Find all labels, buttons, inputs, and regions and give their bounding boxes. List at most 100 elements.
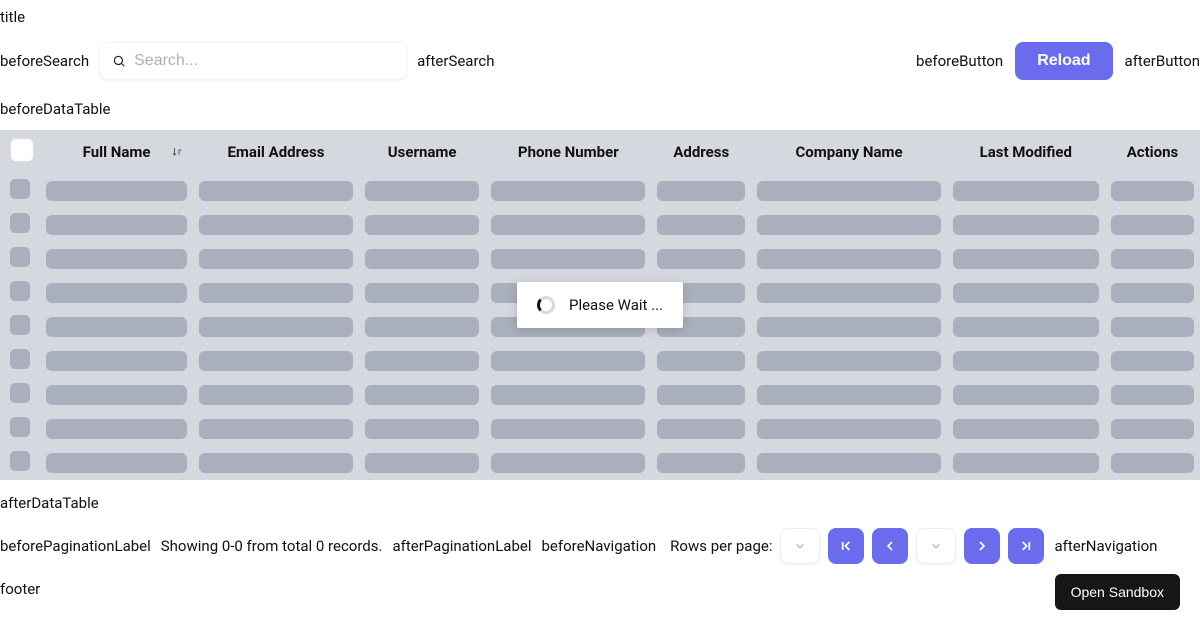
rows-per-page-select[interactable]	[780, 528, 820, 564]
skeleton-cell	[10, 179, 30, 199]
title-slot: title	[0, 8, 25, 26]
slot-before-button: beforeButton	[916, 52, 1003, 70]
header-label: Full Name	[83, 143, 151, 161]
skeleton-cell	[365, 317, 480, 337]
skeleton-cell	[199, 215, 353, 235]
chevron-down-icon	[929, 539, 943, 553]
skeleton-cell	[657, 249, 745, 269]
skeleton-cell	[46, 215, 187, 235]
skeleton-cell	[657, 419, 745, 439]
skeleton-cell	[46, 385, 187, 405]
skeleton-cell	[1111, 317, 1194, 337]
table-row	[0, 446, 1200, 480]
skeleton-cell	[491, 385, 645, 405]
slot-after-navigation: afterNavigation	[1054, 537, 1157, 555]
skeleton-cell	[953, 385, 1099, 405]
table-row	[0, 412, 1200, 446]
sort-icon	[171, 146, 183, 158]
skeleton-cell	[757, 215, 940, 235]
header-email[interactable]: Email Address	[193, 130, 359, 174]
skeleton-cell	[10, 349, 30, 369]
skeleton-cell	[199, 181, 353, 201]
skeleton-cell	[757, 419, 940, 439]
first-page-button[interactable]	[828, 528, 864, 564]
skeleton-cell	[46, 317, 187, 337]
chevron-first-icon	[838, 538, 854, 554]
header-modified[interactable]: Last Modified	[947, 130, 1105, 174]
skeleton-cell	[657, 215, 745, 235]
table-row	[0, 174, 1200, 208]
header-checkbox-cell	[0, 130, 40, 174]
chevron-right-icon	[974, 538, 990, 554]
slot-footer: footer	[0, 580, 40, 598]
skeleton-cell	[46, 351, 187, 371]
select-all-checkbox[interactable]	[10, 138, 34, 162]
skeleton-cell	[10, 281, 30, 301]
skeleton-cell	[10, 383, 30, 403]
skeleton-cell	[365, 181, 480, 201]
reload-button[interactable]: Reload	[1015, 42, 1112, 80]
skeleton-cell	[10, 247, 30, 267]
skeleton-cell	[46, 453, 187, 473]
skeleton-cell	[757, 181, 940, 201]
skeleton-cell	[10, 417, 30, 437]
rows-per-page-label: Rows per page:	[670, 537, 772, 555]
header-actions: Actions	[1105, 130, 1200, 174]
skeleton-cell	[657, 181, 745, 201]
search-icon	[112, 54, 126, 68]
header-phone[interactable]: Phone Number	[485, 130, 651, 174]
slot-after-pagination-label: afterPaginationLabel	[392, 537, 531, 555]
prev-page-button[interactable]	[872, 528, 908, 564]
next-page-button[interactable]	[964, 528, 1000, 564]
skeleton-cell	[46, 249, 187, 269]
skeleton-cell	[46, 283, 187, 303]
skeleton-cell	[1111, 181, 1194, 201]
skeleton-cell	[199, 453, 353, 473]
skeleton-cell	[365, 215, 480, 235]
skeleton-cell	[953, 419, 1099, 439]
chevron-last-icon	[1018, 538, 1034, 554]
data-table: Full Name Email Address Username Phone N…	[0, 130, 1200, 480]
skeleton-cell	[757, 317, 940, 337]
skeleton-cell	[10, 451, 30, 471]
pagination-label: Showing 0-0 from total 0 records.	[161, 537, 383, 555]
slot-after-datatable: afterDataTable	[0, 494, 99, 512]
skeleton-cell	[657, 453, 745, 473]
header-company[interactable]: Company Name	[751, 130, 946, 174]
slot-before-datatable: beforeDataTable	[0, 100, 110, 118]
header-full-name[interactable]: Full Name	[40, 130, 193, 174]
last-page-button[interactable]	[1008, 528, 1044, 564]
skeleton-cell	[365, 249, 480, 269]
table-row	[0, 378, 1200, 412]
skeleton-cell	[953, 249, 1099, 269]
skeleton-cell	[657, 385, 745, 405]
page-select[interactable]	[916, 528, 956, 564]
skeleton-cell	[199, 283, 353, 303]
pagination-bar: beforePaginationLabel Showing 0-0 from t…	[0, 518, 1200, 574]
chevron-down-icon	[793, 539, 807, 553]
skeleton-cell	[953, 317, 1099, 337]
slot-before-pagination-label: beforePaginationLabel	[0, 537, 151, 555]
skeleton-cell	[199, 385, 353, 405]
skeleton-cell	[757, 351, 940, 371]
skeleton-cell	[657, 351, 745, 371]
skeleton-cell	[1111, 351, 1194, 371]
skeleton-cell	[365, 419, 480, 439]
toolbar: beforeSearch afterSearch beforeButton Re…	[0, 38, 1200, 94]
skeleton-cell	[757, 249, 940, 269]
skeleton-cell	[491, 249, 645, 269]
chevron-left-icon	[882, 538, 898, 554]
skeleton-cell	[953, 181, 1099, 201]
skeleton-cell	[491, 215, 645, 235]
search-input[interactable]	[134, 52, 394, 70]
header-address[interactable]: Address	[651, 130, 751, 174]
header-username[interactable]: Username	[359, 130, 486, 174]
open-sandbox-button[interactable]: Open Sandbox	[1055, 574, 1180, 610]
slot-after-search: afterSearch	[417, 52, 494, 70]
skeleton-cell	[491, 453, 645, 473]
search-box[interactable]	[99, 42, 407, 80]
skeleton-cell	[365, 385, 480, 405]
skeleton-cell	[491, 351, 645, 371]
skeleton-cell	[199, 249, 353, 269]
skeleton-cell	[199, 419, 353, 439]
